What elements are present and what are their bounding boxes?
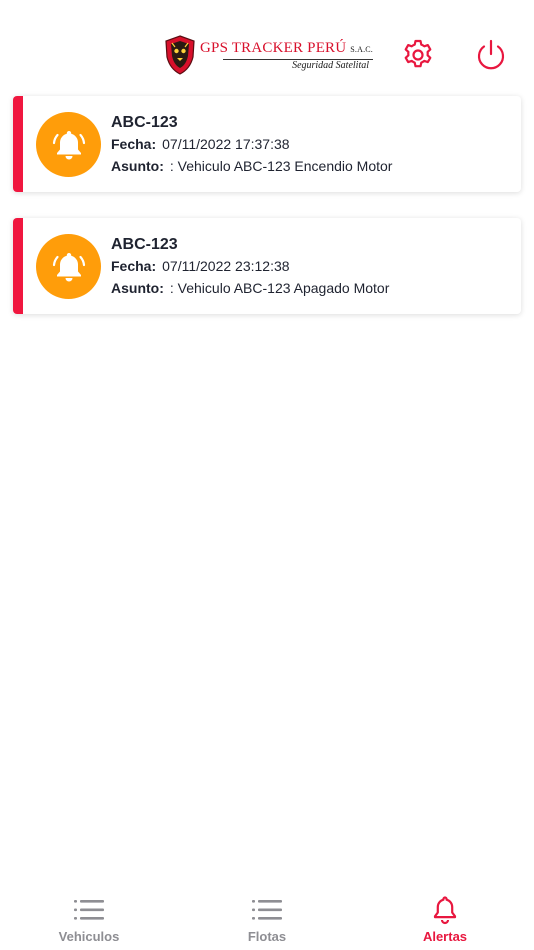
tab-vehiculos[interactable]: Vehiculos [0,884,178,950]
power-icon [477,39,505,70]
alert-list: ABC-123 Fecha: 07/11/2022 17:37:38 Asunto… [13,96,521,340]
brand-name: GPS TRACKER PERÚ S.A.C. [200,39,374,56]
alert-card[interactable]: ABC-123 Fecha: 07/11/2022 17:37:38 Asunto… [13,96,521,192]
list-icon [252,900,282,920]
alert-accent-bar [13,96,23,192]
alert-bell-badge [36,234,101,299]
brand-tagline: Seguridad Satelital [223,58,374,71]
alert-date: Fecha: 07/11/2022 23:12:38 [111,258,290,274]
tab-label: Flotas [247,929,287,944]
alert-subject: Asunto:: Vehiculo ABC-123 Encendio Motor [111,158,393,174]
bell-ringing-icon [52,252,85,281]
app-header: GPS TRACKER PERÚ S.A.C. Seguridad Sateli… [0,0,534,90]
bottom-tab-bar: Vehiculos Flotas Alertas [0,884,534,950]
bell-ringing-icon [52,130,85,159]
alert-bell-badge [36,112,101,177]
tab-label: Vehiculos [58,929,120,944]
settings-button[interactable] [401,38,435,72]
tab-flotas[interactable]: Flotas [178,884,356,950]
alert-card[interactable]: ABC-123 Fecha: 07/11/2022 23:12:38 Asunto… [13,218,521,314]
alert-date: Fecha: 07/11/2022 17:37:38 [111,136,290,152]
tab-alertas[interactable]: Alertas [356,884,534,950]
alert-plate: ABC-123 [111,114,178,131]
alert-plate: ABC-123 [111,236,178,253]
alert-accent-bar [13,218,23,314]
bell-icon [433,896,457,925]
list-icon [74,900,104,920]
brand-logo: GPS TRACKER PERÚ S.A.C. Seguridad Sateli… [164,35,374,75]
logout-button[interactable] [474,38,508,72]
tab-label: Alertas [422,929,468,944]
shield-logo-icon [165,35,195,75]
alert-subject: Asunto:: Vehiculo ABC-123 Apagado Motor [111,280,390,296]
gear-icon [404,39,432,68]
